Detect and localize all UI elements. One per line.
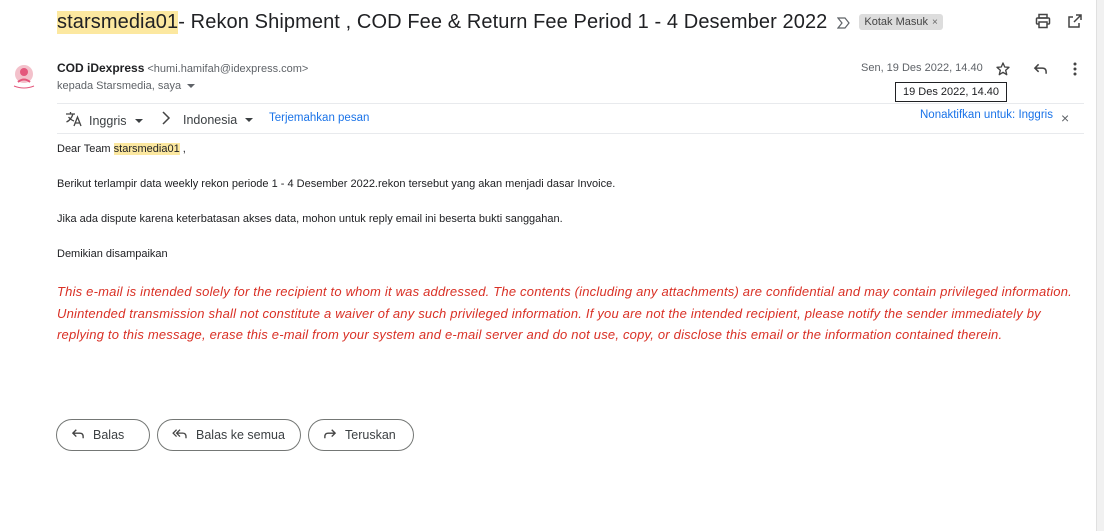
reply-arrow-icon [71,428,85,443]
sender-avatar[interactable] [8,60,40,92]
inbox-label-chip[interactable]: Kotak Masuk × [859,14,943,30]
reply-all-button[interactable]: Balas ke semua [157,419,301,451]
forward-arrow-icon [323,428,337,443]
sender-name[interactable]: COD iDexpress [57,61,144,75]
greeting-suffix: , [179,143,186,155]
forward-button-label: Teruskan [345,428,396,442]
translate-message-link[interactable]: Terjemahkan pesan [269,112,369,124]
target-language-dropdown[interactable]: Indonesia [161,111,254,128]
subject-highlight: starsmedia01 [57,10,179,34]
source-language: Inggris [89,113,127,128]
more-options-icon[interactable] [1064,58,1086,80]
forward-button[interactable]: Teruskan [308,419,414,451]
greeting-prefix: Dear Team [57,143,114,155]
translate-icon [65,111,83,130]
recipients-line[interactable]: kepada Starsmedia, saya [57,80,196,92]
sender-email: <humi.hamifah@idexpress.com> [147,63,309,75]
target-dropdown-caret-icon [245,117,254,122]
source-dropdown-caret-icon [134,118,143,123]
reply-all-button-label: Balas ke semua [196,428,285,442]
body-paragraph-1: Berikut terlampir data weekly rekon peri… [57,178,616,190]
scrollbar[interactable] [1096,0,1104,531]
remove-label-icon[interactable]: × [932,17,938,28]
source-language-dropdown[interactable]: Inggris [65,111,143,130]
date-tooltip: 19 Des 2022, 14.40 [895,82,1008,102]
reply-all-icon [172,428,188,443]
disable-translation-link[interactable]: Nonaktifkan untuk: Inggris [920,109,1053,121]
reply-button-label: Balas [93,428,125,442]
sender-line: COD iDexpress <humi.hamifah@idexpress.com… [57,61,308,75]
email-subject: - Rekon Shipment , COD Fee & Return Fee … [178,10,828,33]
inbox-label-text: Kotak Masuk [864,16,928,28]
translate-bar: Inggris Indonesia Terjemahkan pesan Nona… [57,103,1084,134]
greeting-highlight: starsmedia01 [113,143,180,155]
reply-button[interactable]: Balas [56,419,150,451]
open-in-new-window-icon[interactable] [1065,11,1085,31]
recipients-text: kepada Starsmedia, saya [57,80,182,92]
print-icon[interactable] [1033,11,1053,31]
email-date: Sen, 19 Des 2022, 14.40 [861,62,983,74]
show-details-chevron-icon[interactable] [187,84,196,88]
important-marker-icon[interactable] [837,16,851,29]
greeting: Dear Team starsmedia01 , [57,143,186,155]
reply-icon[interactable] [1029,58,1051,80]
chevron-right-icon [161,111,171,128]
body-paragraph-2: Jika ada dispute karena keterbatasan aks… [57,213,563,225]
subject-row: starsmedia01 - Rekon Shipment , COD Fee … [57,9,943,35]
close-translate-icon[interactable]: × [1061,110,1069,126]
confidentiality-disclaimer: This e-mail is intended solely for the r… [57,284,1072,343]
target-language: Indonesia [183,112,238,127]
body-paragraph-3: Demikian disampaikan [57,248,168,260]
star-icon[interactable] [992,58,1014,80]
